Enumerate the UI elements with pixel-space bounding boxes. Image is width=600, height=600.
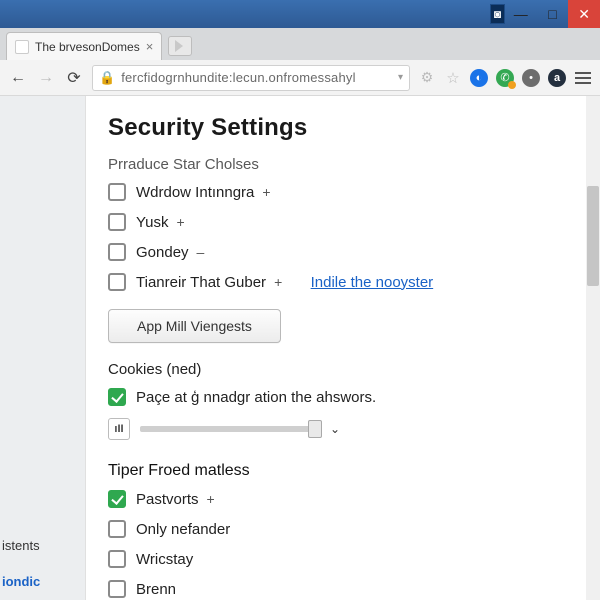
extension-icon-4[interactable]: a xyxy=(548,69,566,87)
option-label: Brenn xyxy=(136,581,176,598)
option-label: Wricstay xyxy=(136,551,193,568)
option-label: Gondey xyxy=(136,244,189,261)
toolbar: ← → ⟳ 🔒 fercfidogrnhundite:lecun.onfrome… xyxy=(0,60,600,96)
slider-row: ıII ⌄ xyxy=(108,418,578,440)
option-gondey[interactable]: Gondey – xyxy=(108,243,578,261)
option-suffix: + xyxy=(262,184,270,200)
option-brenn[interactable]: Brenn xyxy=(108,580,578,598)
option-label: Pastvorts xyxy=(136,491,199,508)
chevron-down-icon[interactable]: ⌄ xyxy=(330,422,340,436)
lock-icon: 🔒 xyxy=(99,70,115,86)
tab-strip: The brvesonDomes × xyxy=(0,28,600,60)
omnibox-dropdown-icon[interactable]: ▾ xyxy=(398,72,403,83)
tab-title: The brvesonDomes xyxy=(35,40,140,54)
window-minimize-button[interactable]: — xyxy=(505,0,537,28)
main-menu-button[interactable] xyxy=(574,72,592,84)
option-suffix: + xyxy=(177,214,185,230)
extension-icon-3[interactable]: • xyxy=(522,69,540,87)
option-only-nefander[interactable]: Only nefander xyxy=(108,520,578,538)
window-maximize-button[interactable]: □ xyxy=(537,0,569,28)
settings-icon[interactable]: ⚙ xyxy=(418,69,436,87)
option-tianreir[interactable]: Tianreir That Guber + Indile the nooyste… xyxy=(108,273,578,291)
checkbox[interactable] xyxy=(108,580,126,598)
window-titlebar: ◙ — □ ✕ xyxy=(0,0,600,28)
checkbox[interactable] xyxy=(108,183,126,201)
sidebar-item-istents[interactable]: istents xyxy=(0,534,85,557)
checkbox[interactable] xyxy=(108,273,126,291)
option-label: Yusk xyxy=(136,214,169,231)
back-button[interactable]: ← xyxy=(8,68,28,88)
option-label: Only nefander xyxy=(136,521,230,538)
extension-icon-1[interactable]: ◐ xyxy=(470,69,488,87)
indile-link[interactable]: Indile the nooyster xyxy=(311,274,434,291)
checkbox[interactable] xyxy=(108,243,126,261)
option-wricstay[interactable]: Wricstay xyxy=(108,550,578,568)
checkbox[interactable] xyxy=(108,213,126,231)
tab-close-icon[interactable]: × xyxy=(146,39,154,54)
scrollbar-thumb[interactable] xyxy=(587,186,599,286)
option-pastvorts[interactable]: Pastvorts + xyxy=(108,490,578,508)
browser-tab[interactable]: The brvesonDomes × xyxy=(6,32,162,60)
slider-value-box[interactable]: ıII xyxy=(108,418,130,440)
option-suffix: + xyxy=(274,274,282,290)
checkbox[interactable] xyxy=(108,550,126,568)
section3-heading: Tiper Froed matless xyxy=(108,462,578,480)
extension-icon-2[interactable]: ✆ xyxy=(496,69,514,87)
option-wdrdow[interactable]: Wdrdow Intınngra + xyxy=(108,183,578,201)
reload-button[interactable]: ⟳ xyxy=(64,68,84,88)
option-cookies-main[interactable]: Paçe at ģ nnadgr ation the ahswors. xyxy=(108,388,578,406)
checkbox[interactable] xyxy=(108,520,126,538)
slider-handle[interactable] xyxy=(308,420,322,438)
forward-button[interactable]: → xyxy=(36,68,56,88)
workspace: istents iondic Security Settings Prraduc… xyxy=(0,96,600,600)
address-bar[interactable]: 🔒 fercfidogrnhundite:lecun.onfromessahyl… xyxy=(92,65,410,91)
option-suffix: – xyxy=(197,244,205,260)
section1-heading: Prraduce Star Cholses xyxy=(108,156,578,173)
option-yusk[interactable]: Yusk + xyxy=(108,213,578,231)
option-label: Tianreir That Guber xyxy=(136,274,266,291)
option-label: Wdrdow Intınngra xyxy=(136,184,254,201)
option-suffix: + xyxy=(207,491,215,507)
left-sidebar: istents iondic xyxy=(0,96,86,600)
tab-favicon xyxy=(15,40,29,54)
page-title: Security Settings xyxy=(108,114,578,142)
sidebar-item-iondic[interactable]: iondic xyxy=(0,570,85,593)
section2-heading: Cookies (ned) xyxy=(108,361,578,378)
app-icon: ◙ xyxy=(490,4,505,24)
app-mill-button[interactable]: App Mill Viengests xyxy=(108,309,281,343)
slider-track[interactable] xyxy=(140,426,320,432)
main-content: Security Settings Prraduce Star Cholses … xyxy=(86,96,600,600)
window-close-button[interactable]: ✕ xyxy=(568,0,600,28)
url-text: fercfidogrnhundite:lecun.onfromessahyl xyxy=(121,70,392,85)
scrollbar-track[interactable] xyxy=(586,96,600,600)
bookmark-star-icon[interactable]: ☆ xyxy=(444,69,462,87)
checkbox-checked[interactable] xyxy=(108,490,126,508)
option-label: Paçe at ģ nnadgr ation the ahswors. xyxy=(136,389,376,406)
new-tab-button[interactable] xyxy=(168,36,192,56)
checkbox-checked[interactable] xyxy=(108,388,126,406)
